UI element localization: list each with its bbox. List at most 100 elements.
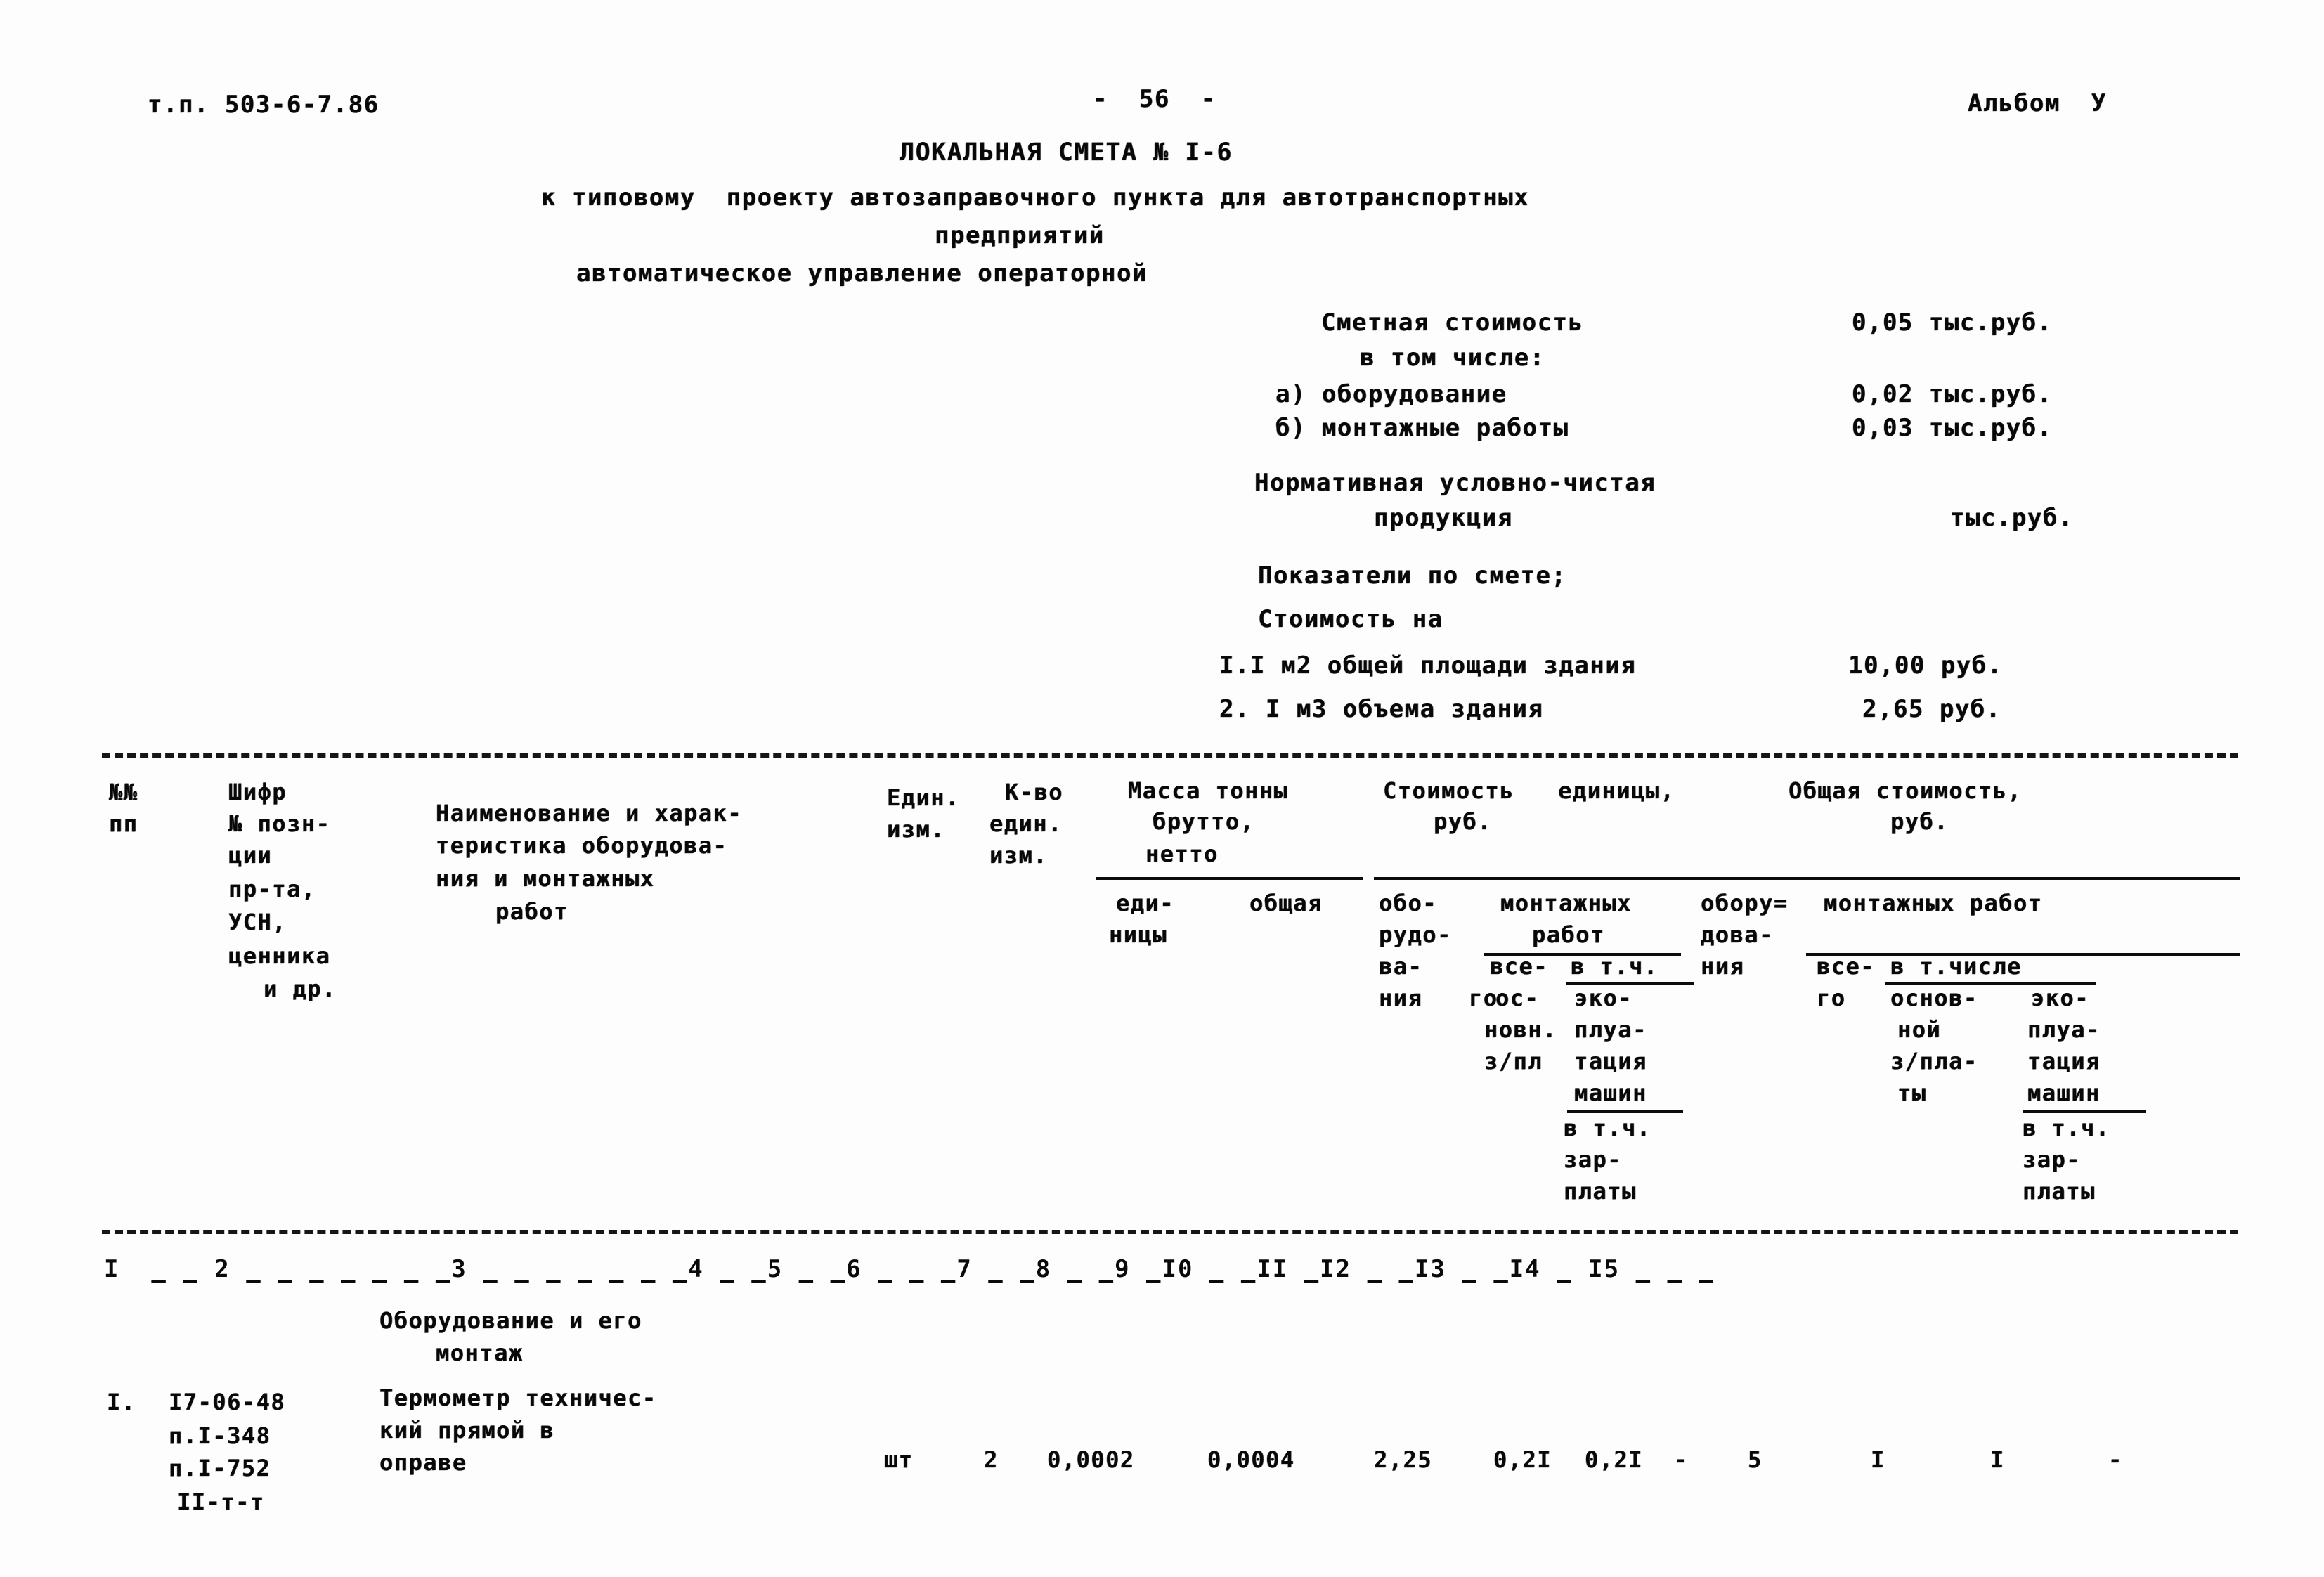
summary-installation-value: 0,03 тыс.руб. [1852,414,2053,442]
col-header-qty-l3: изм. [989,842,1049,869]
mass-group-divider [1096,877,1363,880]
row-code-line2: п.I-348 [169,1422,271,1449]
summary-per-m2-label: I.I м2 общей площади здания [1219,651,1637,680]
col-header-mass-unit-l1: еди- [1116,890,1175,916]
row-unitcost-installation-basic: 0,2I [1585,1446,1644,1473]
col-header-no-l2: пп [109,810,138,837]
col-header-tc-mont-osn-l4: ты [1897,1079,1927,1106]
col-header-tc-equip-l2: дова- [1701,921,1774,948]
col-header-uc-mont-vtch: в т.ч. [1571,953,1658,980]
estimate-subtitle-line1: к типовому проекту автозаправочного пунк… [541,183,1530,212]
col-header-uc-equip-l4: ния [1379,985,1423,1011]
col-header-tc-equip-l3: ния [1701,953,1745,980]
col-header-tc-equip-l1: обору= [1701,890,1789,916]
row-code-line1: I7-06-48 [169,1389,286,1415]
col-header-cipher-l3: ции [228,842,273,869]
col-header-tc-mont-eks-l2: плуа- [2027,1016,2101,1043]
column-number-row: I _ _ 2 _ _ _ _ _ _ _3 _ _ _ _ _ _ _4 _ … [104,1255,1715,1283]
summary-nucp-label-line1: Нормативная условно-чистая [1254,469,1656,497]
col-header-uc-mont-osn-l3: з/пл [1484,1048,1543,1075]
col-header-tc-mont-vtch: в т.числе [1890,953,2022,980]
col-header-uc-mont-eks-l1: эко- [1574,985,1633,1011]
col-header-name-l3: ния и монтажных [436,865,655,892]
row-totalcost-equipment: 5 [1748,1446,1763,1473]
col-header-no-l1: №№ [109,779,138,805]
col-header-mass-l2: брутто, [1153,808,1255,835]
col-header-qty-l2: един. [989,810,1063,837]
col-header-unit-l2: изм. [887,816,946,843]
estimate-subtitle-line2: предприятий [935,221,1105,249]
estimate-title: ЛОКАЛЬНАЯ СМЕТА № I-6 [900,138,1233,167]
row-code-line3: п.I-752 [169,1455,271,1481]
col-header-cipher-l6: ценника [228,942,331,969]
col-header-tc-mont-vsego-l2: го [1817,985,1846,1011]
col-header-tc-mont-vsego-l1: все- [1817,953,1876,980]
row-name-line2: кий прямой в [379,1417,555,1443]
col-header-name-l2: теристика оборудова- [436,832,728,859]
col-header-totalcost-l2: руб. [1890,808,1949,835]
col-header-uc-mont-vsego-l1: все- [1490,953,1549,980]
col-header-name-l1: Наименование и харак- [436,800,743,826]
summary-per-m3-value: 2,65 руб. [1862,695,2001,723]
col-header-tc-mont-osn-l2: ной [1897,1016,1942,1043]
album-label: Альбом У [1968,89,2107,117]
col-header-mass-l3: нетто [1145,841,1219,867]
col-header-uc-mont-title: монтажных [1500,890,1632,916]
col-header-totalcost-l1: Общая стоимость, [1789,777,2023,804]
row-code-line4: II-т-т [177,1488,265,1515]
summary-per-m3-label: 2. I м3 объема здания [1219,695,1544,723]
col-header-uc-equip-l3: ва- [1379,953,1423,980]
col-header-mass-unit-l2: ницы [1109,921,1168,948]
col-header-uc-mont-rabot: работ [1532,921,1605,948]
summary-equipment-label: а) оборудование [1275,380,1507,408]
col-header-tc-mont-eks-l3: тация [2027,1048,2101,1075]
col-header-uc-equip-l2: рудо- [1379,921,1452,948]
col-header-cipher-l1: Шифр [228,779,287,805]
row-name-line3: оправе [379,1449,467,1476]
summary-indicators-label: Показатели по смете; [1258,562,1567,590]
summary-cost-value: 0,05 тыс.руб. [1852,309,2053,337]
table-header-bottom-rule [102,1230,2238,1234]
row-mass-total: 0,0004 [1207,1446,1295,1473]
col-header-cipher-l7: и др. [264,975,337,1002]
row-name-line1: Термометр техничес- [379,1384,657,1411]
col-header-uc-mont-zp-l1: в т.ч. [1564,1115,1651,1141]
col-header-uc-mont-eks-l4: машин [1574,1079,1647,1106]
col-header-unit-l1: Един. [887,784,960,811]
tc-mont-machines-divider [2023,1110,2146,1113]
col-header-cipher-l5: УСН, [228,909,287,935]
summary-costper-label: Стоимость на [1258,605,1443,633]
col-header-tc-mont-eks-l4: машин [2027,1079,2101,1106]
col-header-name-l4: работ [495,898,569,925]
summary-nucp-label-line2: продукция [1374,504,1513,532]
row-mass-unit: 0,0002 [1047,1446,1135,1473]
col-header-uc-mont-eks-l2: плуа- [1574,1016,1647,1043]
totalcost-group-divider [1701,877,2240,880]
uc-mont-machines-divider [1567,1110,1683,1113]
summary-cost-label: Сметная стоимость [1321,309,1584,337]
col-header-uc-mont-osn-l1: ос- [1495,985,1540,1011]
document-code: т.п. 503-6-7.86 [148,91,379,119]
col-header-uc-mont-eks-l3: тация [1574,1048,1647,1075]
col-header-mass-l1: Масса тонны [1128,777,1289,804]
summary-installation-label: б) монтажные работы [1275,414,1569,442]
col-header-mass-total: общая [1249,890,1323,916]
document-page: т.п. 503-6-7.86 - 56 - Альбом У ЛОКАЛЬНА… [0,0,2324,1577]
row-unitcost-installation-machines: - [1674,1446,1689,1473]
col-header-unitcost-l2: руб. [1434,808,1493,835]
row-unit: шт [884,1446,914,1473]
col-header-uc-mont-osn-l2: новн. [1484,1016,1557,1043]
col-header-tc-mont-osn-l3: з/пла- [1890,1048,1978,1075]
summary-including-label: в том числе: [1360,344,1545,372]
summary-per-m2-value: 10,00 руб. [1848,651,2003,680]
section-title-line2: монтаж [436,1339,524,1366]
col-header-tc-mont-title: монтажных работ [1824,890,2043,916]
summary-nucp-value: тыс.руб. [1950,504,2074,532]
summary-equipment-value: 0,02 тыс.руб. [1852,380,2053,408]
row-totalcost-installation-total: I [1871,1446,1885,1473]
row-totalcost-installation-machines: - [2108,1446,2123,1473]
section-title-line1: Оборудование и его [379,1307,642,1334]
row-unitcost-equipment: 2,25 [1374,1446,1433,1473]
col-header-uc-equip-go: го [1469,985,1498,1011]
col-header-qty-l1: К-во [1005,779,1064,805]
